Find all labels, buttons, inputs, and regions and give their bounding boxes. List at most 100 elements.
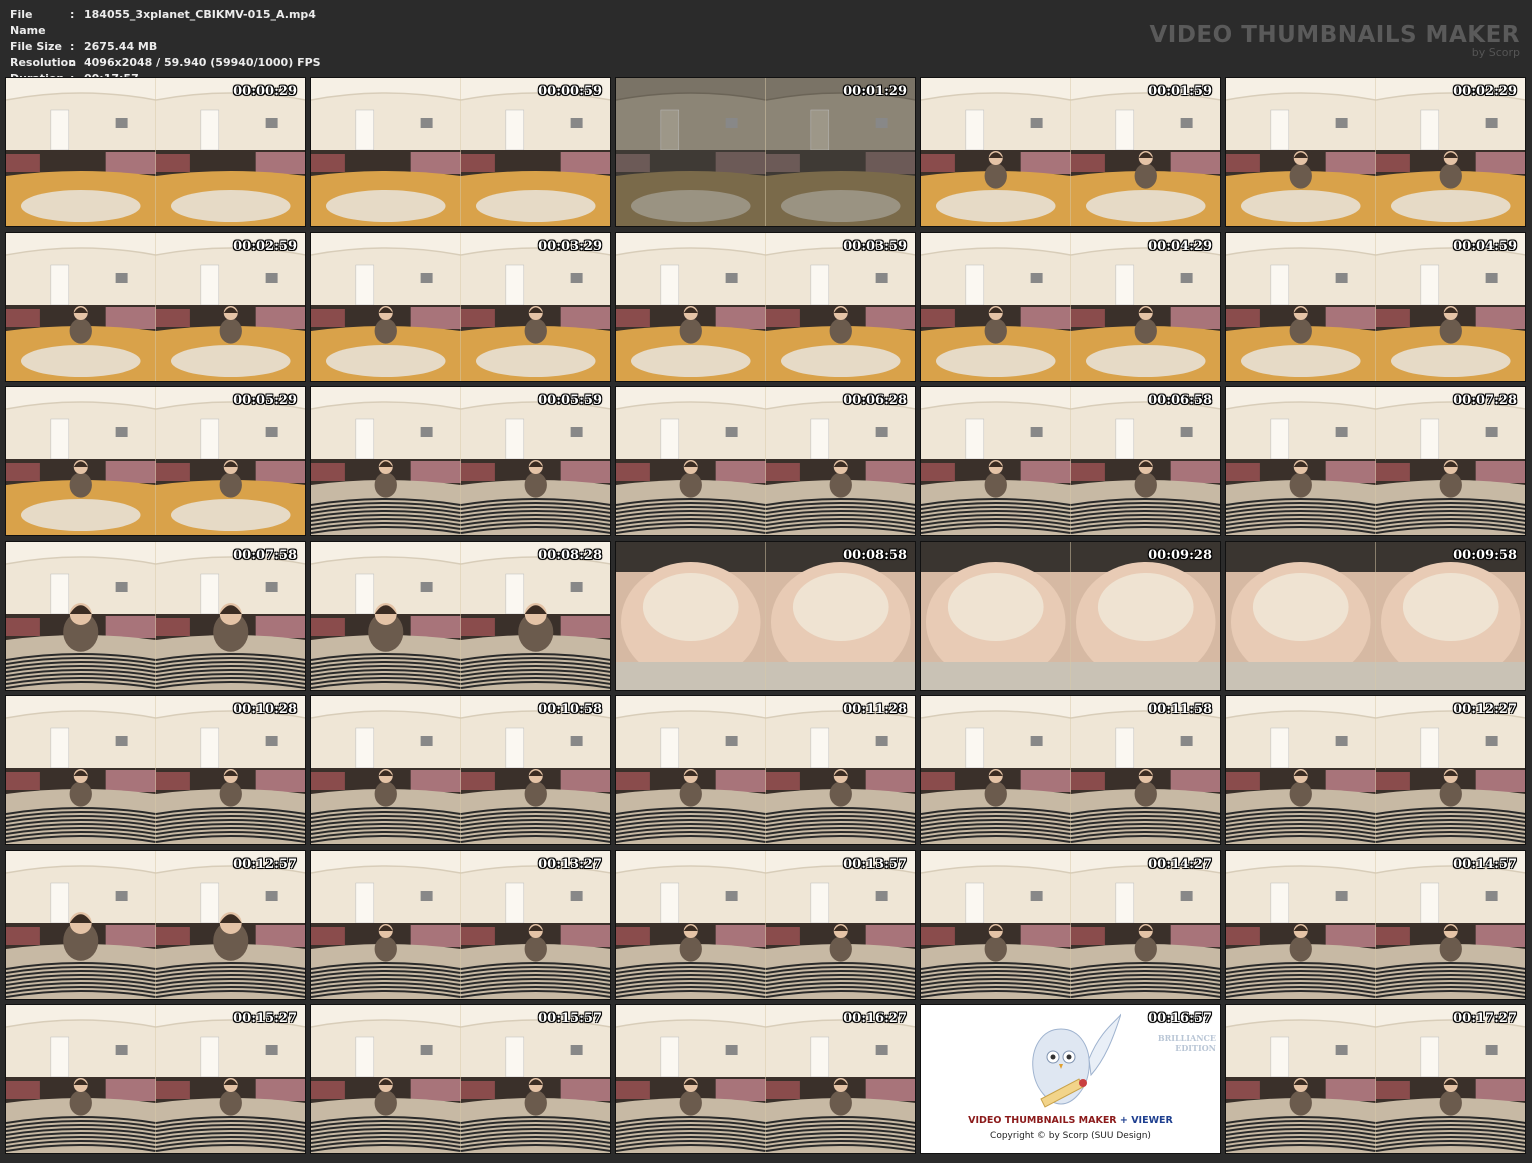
thumbnail[interactable]: 00:12:57 bbox=[5, 849, 306, 1000]
timestamp: 00:14:27 bbox=[1148, 856, 1212, 872]
thumbnail-right-eye bbox=[460, 850, 610, 999]
info-separator: : bbox=[70, 56, 75, 69]
thumbnail-left-eye bbox=[921, 850, 1071, 999]
brand-watermark: VIDEO THUMBNAILS MAKER by Scorp bbox=[1149, 22, 1520, 59]
timestamp: 00:02:29 bbox=[1453, 84, 1517, 99]
thumbnail-left-eye bbox=[6, 541, 156, 690]
thumbnail[interactable]: 00:00:29 bbox=[5, 77, 306, 227]
thumbnail-right-eye bbox=[460, 1005, 610, 1153]
thumbnail-left-eye bbox=[311, 696, 461, 844]
thumbnail-left-eye bbox=[1226, 541, 1376, 690]
thumbnail[interactable]: 00:10:28 bbox=[5, 695, 306, 845]
timestamp: 00:12:57 bbox=[233, 856, 297, 872]
thumbnail[interactable]: 00:04:29 bbox=[920, 231, 1221, 382]
timestamp: 00:04:59 bbox=[1453, 238, 1517, 254]
timestamp: 00:12:27 bbox=[1453, 702, 1517, 717]
thumbnail[interactable]: 00:11:28 bbox=[615, 695, 916, 845]
thumbnail[interactable]: 00:12:27 bbox=[1225, 695, 1526, 845]
thumbnail[interactable]: 00:13:57 bbox=[615, 849, 916, 1000]
thumbnail[interactable]: 00:05:59 bbox=[310, 386, 611, 536]
thumbnail-right-eye bbox=[155, 696, 305, 844]
thumbnail[interactable]: 00:15:27 bbox=[5, 1004, 306, 1154]
thumbnail[interactable]: BRILLIANCE EDITION VIDEO THUMBNAILS MAKER … bbox=[920, 1004, 1221, 1154]
thumbnail-left-eye bbox=[6, 850, 156, 999]
thumbnail-left-eye bbox=[1226, 850, 1376, 999]
thumbnail-left-eye bbox=[1226, 696, 1376, 844]
timestamp: 00:16:27 bbox=[843, 1011, 907, 1026]
thumbnail-right-eye bbox=[1375, 541, 1525, 690]
timestamp: 00:01:29 bbox=[843, 84, 907, 99]
thumbnail-right-eye bbox=[155, 850, 305, 999]
thumbnail[interactable]: 00:01:29 bbox=[615, 77, 916, 227]
thumbnail[interactable]: 00:14:27 bbox=[920, 849, 1221, 1000]
thumbnail[interactable]: 00:15:57 bbox=[310, 1004, 611, 1154]
thumbnail-left-eye bbox=[921, 696, 1071, 844]
timestamp: 00:00:59 bbox=[538, 84, 602, 99]
thumbnail[interactable]: 00:11:58 bbox=[920, 695, 1221, 845]
thumbnail-left-eye bbox=[1226, 78, 1376, 226]
thumbnail-left-eye bbox=[616, 232, 766, 381]
timestamp: 00:15:27 bbox=[233, 1011, 297, 1026]
thumbnail[interactable]: 00:05:29 bbox=[5, 386, 306, 536]
timestamp: 00:11:58 bbox=[1148, 702, 1212, 717]
timestamp: 00:05:59 bbox=[538, 393, 602, 408]
thumbnail[interactable]: 00:14:57 bbox=[1225, 849, 1526, 1000]
thumbnail-right-eye bbox=[765, 850, 915, 999]
edition-line: BRILLIANCE bbox=[1157, 1033, 1216, 1043]
thumbnail-left-eye bbox=[921, 232, 1071, 381]
thumbnail-right-eye bbox=[765, 696, 915, 844]
logo-title-part1: VIDEO THUMBNAILS MAKER bbox=[968, 1115, 1117, 1126]
thumbnail-grid: 00:00:29 00:00:59 00:01:29 00:01:59 00:02:29… bbox=[5, 77, 1526, 1154]
thumbnail-left-eye bbox=[311, 78, 461, 226]
thumbnail-right-eye bbox=[155, 1005, 305, 1153]
brand-title: VIDEO THUMBNAILS MAKER bbox=[1149, 22, 1520, 48]
thumbnail-left-eye bbox=[921, 387, 1071, 535]
timestamp: 00:02:59 bbox=[233, 238, 297, 254]
thumbnail-left-eye bbox=[616, 696, 766, 844]
info-label: Resolution bbox=[10, 56, 77, 69]
timestamp: 00:06:28 bbox=[843, 393, 907, 408]
thumbnail-right-eye bbox=[1070, 232, 1220, 381]
thumbnail[interactable]: 00:07:28 bbox=[1225, 386, 1526, 536]
info-value: 2675.44 MB bbox=[84, 40, 158, 53]
thumbnail-left-eye bbox=[311, 1005, 461, 1153]
timestamp: 00:08:58 bbox=[843, 547, 907, 563]
thumbnail-right-eye bbox=[460, 232, 610, 381]
thumbnail[interactable]: 00:06:58 bbox=[920, 386, 1221, 536]
thumbnail-left-eye bbox=[311, 232, 461, 381]
thumbnail[interactable]: 00:09:28 bbox=[920, 540, 1221, 691]
thumbnail[interactable]: 00:17:27 bbox=[1225, 1004, 1526, 1154]
thumbnail-right-eye bbox=[765, 387, 915, 535]
thumbnail[interactable]: 00:16:27 bbox=[615, 1004, 916, 1154]
thumbnail[interactable]: 00:00:59 bbox=[310, 77, 611, 227]
thumbnail-left-eye bbox=[1226, 1005, 1376, 1153]
thumbnail[interactable]: 00:02:29 bbox=[1225, 77, 1526, 227]
thumbnail-right-eye bbox=[1375, 696, 1525, 844]
thumbnail[interactable]: 00:08:28 bbox=[310, 540, 611, 691]
info-row-resolution: Resolution : 4096x2048 / 59.940 (59940/1… bbox=[10, 55, 321, 71]
thumbnail-left-eye bbox=[6, 78, 156, 226]
thumbnail-left-eye bbox=[6, 1005, 156, 1153]
thumbnail-left-eye bbox=[6, 387, 156, 535]
info-label: File Size bbox=[10, 40, 62, 53]
thumbnail[interactable]: 00:08:58 bbox=[615, 540, 916, 691]
thumbnail[interactable]: 00:04:59 bbox=[1225, 231, 1526, 382]
thumbnail-left-eye bbox=[616, 541, 766, 690]
thumbnail-right-eye bbox=[460, 387, 610, 535]
thumbnail[interactable]: 00:09:58 bbox=[1225, 540, 1526, 691]
info-value: 4096x2048 / 59.940 (59940/1000) FPS bbox=[84, 56, 321, 69]
thumbnail-right-eye bbox=[1375, 78, 1525, 226]
thumbnail-right-eye bbox=[460, 541, 610, 690]
thumbnail[interactable]: 00:06:28 bbox=[615, 386, 916, 536]
info-value: 184055_3xplanet_CBIKMV-015_A.mp4 bbox=[84, 8, 316, 21]
thumbnail[interactable]: 00:03:29 bbox=[310, 231, 611, 382]
thumbnail[interactable]: 00:10:58 bbox=[310, 695, 611, 845]
thumbnail[interactable]: 00:02:59 bbox=[5, 231, 306, 382]
info-label: File Name bbox=[10, 8, 46, 37]
thumbnail[interactable]: 00:01:59 bbox=[920, 77, 1221, 227]
thumbnail-right-eye bbox=[1070, 696, 1220, 844]
thumbnail[interactable]: 00:07:58 bbox=[5, 540, 306, 691]
thumbnail[interactable]: 00:13:27 bbox=[310, 849, 611, 1000]
thumbnail[interactable]: 00:03:59 bbox=[615, 231, 916, 382]
thumbnail-right-eye bbox=[1375, 850, 1525, 999]
